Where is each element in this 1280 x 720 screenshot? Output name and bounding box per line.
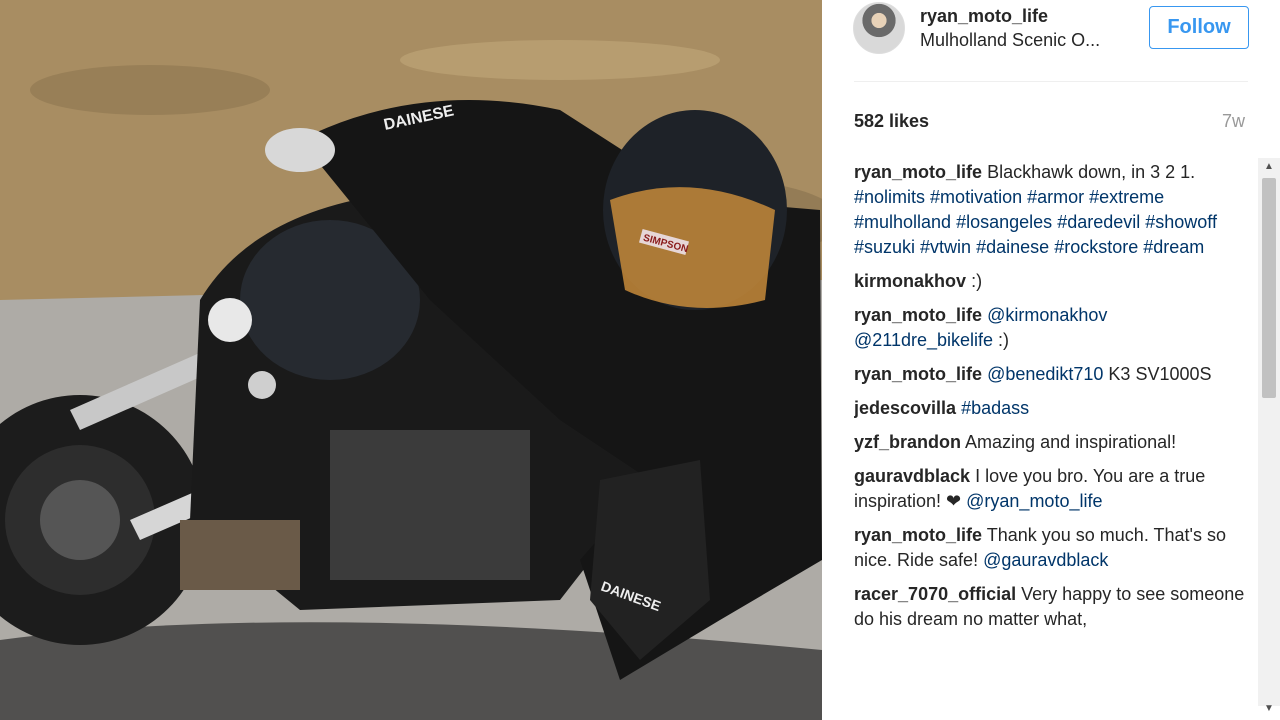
comment-text: Blackhawk down, in 3 2 1.	[987, 162, 1196, 182]
comment-hashtag-link[interactable]: #extreme	[1089, 187, 1164, 207]
comment-text: Amazing and inspirational!	[965, 432, 1177, 452]
scroll-down-arrow-icon[interactable]: ▼	[1258, 700, 1280, 718]
comment-username[interactable]: kirmonakhov	[854, 271, 966, 291]
comments-list: ryan_moto_life Blackhawk down, in 3 2 1.…	[854, 160, 1250, 720]
comment-username[interactable]: ryan_moto_life	[854, 305, 982, 325]
comment-username[interactable]: jedescovilla	[854, 398, 956, 418]
post-details-panel: ryan_moto_life Mulholland Scenic O... Fo…	[822, 0, 1280, 720]
comment-text: :)	[971, 271, 983, 291]
comment-hashtag-link[interactable]: @gauravdblack	[983, 550, 1108, 570]
comment-username[interactable]: ryan_moto_life	[854, 364, 982, 384]
comment-username[interactable]: yzf_brandon	[854, 432, 961, 452]
comment-username[interactable]: ryan_moto_life	[854, 162, 982, 182]
comment-username[interactable]: racer_7070_official	[854, 584, 1016, 604]
comment-hashtag-link[interactable]: #vtwin	[920, 237, 971, 257]
post-time[interactable]: 7w	[1222, 111, 1245, 132]
comment-item: kirmonakhov :)	[854, 269, 1250, 294]
comment-hashtag-link[interactable]: @benedikt710	[987, 364, 1103, 384]
comment-text: :)	[993, 330, 1010, 350]
comments-scrollbar[interactable]: ▲ ▼	[1258, 158, 1280, 714]
comment-item: racer_7070_official Very happy to see so…	[854, 582, 1250, 632]
comment-hashtag-link[interactable]: #dainese	[976, 237, 1049, 257]
comment-username[interactable]: ryan_moto_life	[854, 525, 982, 545]
avatar[interactable]	[853, 2, 905, 54]
post-header: ryan_moto_life Mulholland Scenic O... Fo…	[822, 0, 1280, 82]
comment-hashtag-link[interactable]: #motivation	[930, 187, 1022, 207]
comment-hashtag-link[interactable]: #showoff	[1145, 212, 1217, 232]
motorcycle-rider-photo: DAINESE DAINESE SIMPSON	[0, 0, 822, 720]
comment-username[interactable]: gauravdblack	[854, 466, 970, 486]
comment-hashtag-link[interactable]: @kirmonakhov	[987, 305, 1107, 325]
comment-hashtag-link[interactable]: #armor	[1027, 187, 1084, 207]
comment-item: gauravdblack I love you bro. You are a t…	[854, 464, 1250, 514]
comment-item: ryan_moto_life @kirmonakhov @211dre_bike…	[854, 303, 1250, 353]
post-author[interactable]: ryan_moto_life	[920, 6, 1048, 27]
comment-item: ryan_moto_life Blackhawk down, in 3 2 1.…	[854, 160, 1250, 260]
comment-hashtag-link[interactable]: #dream	[1143, 237, 1204, 257]
likes-count[interactable]: 582 likes	[854, 111, 929, 132]
comment-hashtag-link[interactable]: @211dre_bikelife	[854, 330, 993, 350]
comment-hashtag-link[interactable]: #losangeles	[956, 212, 1052, 232]
comment-text: K3 SV1000S	[1103, 364, 1212, 384]
comment-hashtag-link[interactable]: #daredevil	[1057, 212, 1140, 232]
post-location[interactable]: Mulholland Scenic O...	[920, 30, 1125, 51]
scroll-up-arrow-icon[interactable]: ▲	[1258, 158, 1280, 176]
comment-hashtag-link[interactable]: #rockstore	[1054, 237, 1138, 257]
post-photo[interactable]: DAINESE DAINESE SIMPSON	[0, 0, 822, 720]
comment-hashtag-link[interactable]: #nolimits	[854, 187, 925, 207]
comment-hashtag-link[interactable]: #badass	[961, 398, 1029, 418]
comment-item: jedescovilla #badass	[854, 396, 1250, 421]
comment-hashtag-link[interactable]: #suzuki	[854, 237, 915, 257]
comment-item: ryan_moto_life @benedikt710 K3 SV1000S	[854, 362, 1250, 387]
comment-item: yzf_brandon Amazing and inspirational!	[854, 430, 1250, 455]
scroll-thumb[interactable]	[1262, 178, 1276, 398]
divider	[854, 81, 1248, 82]
comment-hashtag-link[interactable]: @ryan_moto_life	[966, 491, 1102, 511]
comment-hashtag-link[interactable]: #mulholland	[854, 212, 951, 232]
follow-button[interactable]: Follow	[1149, 6, 1249, 49]
comment-item: ryan_moto_life Thank you so much. That's…	[854, 523, 1250, 573]
